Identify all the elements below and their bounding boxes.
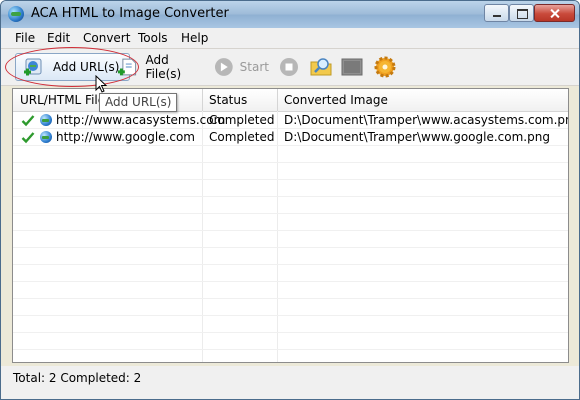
menu-edit[interactable]: Edit	[47, 31, 70, 45]
menu-tools[interactable]: Tools	[138, 31, 168, 45]
start-label: Start	[239, 60, 269, 74]
menu-bar: File Edit Convert Tools Help	[1, 28, 579, 49]
url-list[interactable]: URL/HTML File Status Converted Image htt…	[12, 88, 569, 363]
column-header-status[interactable]: Status	[209, 93, 247, 107]
grid-row-line	[13, 264, 568, 265]
table-row[interactable]: http://www.acasystems.com Completed D:\D…	[13, 112, 569, 129]
start-button[interactable]: Start	[213, 53, 269, 81]
grid-row-line	[13, 349, 568, 350]
maximize-button[interactable]	[509, 4, 534, 22]
minimize-button[interactable]	[484, 4, 509, 22]
add-file-button[interactable]: Add File(s)	[117, 53, 207, 81]
column-divider[interactable]	[277, 89, 278, 111]
stop-icon	[280, 58, 298, 76]
start-icon	[214, 58, 233, 76]
settings-gear-icon	[374, 56, 396, 78]
stop-button[interactable]	[278, 53, 302, 81]
menu-convert[interactable]: Convert	[83, 31, 130, 45]
menu-file[interactable]: File	[15, 31, 35, 45]
toolbar: Add URL(s) Add File(s) Start	[1, 49, 579, 86]
status-bar: Total: 2 Completed: 2	[1, 366, 579, 399]
window-icon	[341, 58, 363, 76]
grid-row-line	[13, 179, 568, 180]
grid-line	[202, 111, 203, 362]
grid-row-line	[13, 247, 568, 248]
grid-row-line	[13, 230, 568, 231]
add-url-label: Add URL(s)	[53, 60, 120, 74]
check-icon	[21, 115, 35, 127]
add-file-icon	[117, 58, 137, 76]
folder-search-icon	[310, 58, 332, 76]
window-title: ACA HTML to Image Converter	[31, 6, 229, 21]
grid-row-line	[13, 145, 568, 146]
window-view-button[interactable]	[341, 53, 365, 81]
globe-icon	[40, 114, 52, 126]
app-globe-icon	[8, 6, 24, 22]
cell-url: http://www.google.com	[56, 130, 195, 144]
app-window: ACA HTML to Image Converter File Edit Co…	[0, 0, 580, 400]
status-text: Total: 2 Completed: 2	[13, 371, 142, 385]
column-header-converted-image[interactable]: Converted Image	[284, 93, 388, 107]
cell-url: http://www.acasystems.com	[56, 113, 226, 127]
grid-row-line	[13, 281, 568, 282]
menu-help[interactable]: Help	[181, 31, 208, 45]
settings-button[interactable]	[373, 53, 397, 81]
check-icon	[21, 132, 35, 144]
add-url-icon	[24, 58, 42, 76]
globe-icon	[40, 131, 52, 143]
add-file-label: Add File(s)	[145, 53, 182, 81]
cell-converted-image: D:\Document\Tramper\www.acasystems.com.p…	[284, 113, 569, 127]
grid-row-line	[13, 196, 568, 197]
tooltip: Add URL(s)	[99, 93, 178, 112]
add-url-button[interactable]: Add URL(s)	[15, 53, 130, 81]
cell-converted-image: D:\Document\Tramper\www.google.com.png	[284, 130, 550, 144]
grid-row-line	[13, 298, 568, 299]
grid-line	[277, 111, 278, 362]
close-button[interactable]	[534, 4, 575, 22]
cell-status: Completed	[209, 130, 275, 144]
title-bar[interactable]: ACA HTML to Image Converter	[1, 1, 579, 29]
grid-row-line	[13, 162, 568, 163]
table-row[interactable]: http://www.google.com Completed D:\Docum…	[13, 129, 568, 146]
grid-row-line	[13, 315, 568, 316]
grid-row-line	[13, 128, 568, 129]
column-divider[interactable]	[202, 89, 203, 111]
grid-row-line	[13, 332, 568, 333]
mouse-cursor-icon	[95, 75, 108, 93]
grid-row-line	[13, 213, 568, 214]
open-output-folder-button[interactable]	[309, 53, 335, 81]
cell-status: Completed	[209, 113, 275, 127]
column-header-url[interactable]: URL/HTML File	[20, 93, 105, 107]
